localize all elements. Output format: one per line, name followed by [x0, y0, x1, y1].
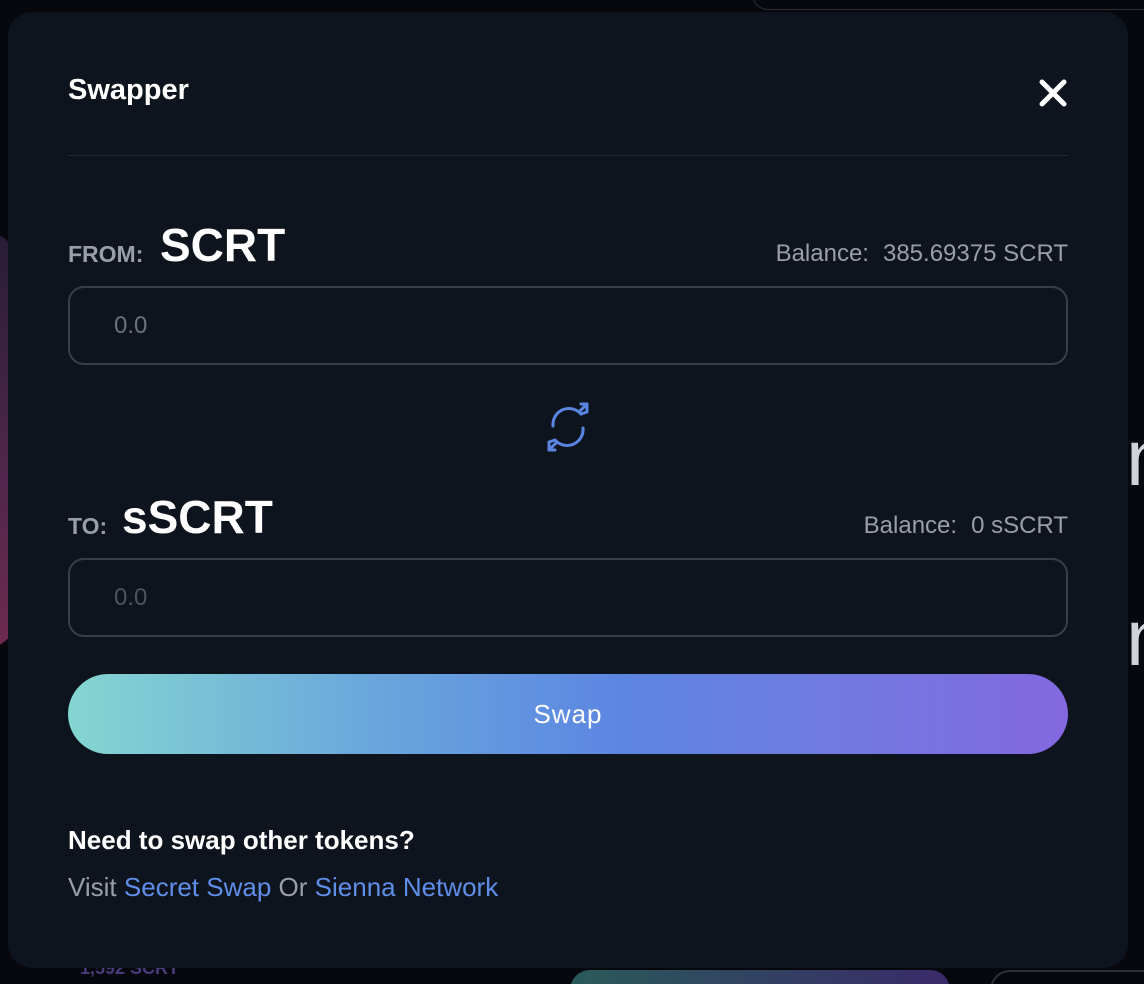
- backdrop-heading-glyph-1: n: [1126, 418, 1144, 498]
- to-label: TO:: [68, 513, 108, 539]
- to-balance-value: 0 sSCRT: [971, 512, 1068, 539]
- refresh-arrows-icon: [547, 402, 589, 452]
- swapper-modal: Swapper FROM: SCRT Balance: 385.69375 SCR…: [8, 12, 1128, 968]
- other-tokens-heading: Need to swap other tokens?: [68, 825, 415, 855]
- backdrop-outline-button: [990, 970, 1144, 984]
- to-balance-label: Balance:: [863, 512, 958, 539]
- swap-direction-button[interactable]: [541, 400, 595, 454]
- backdrop-gradient-button: [570, 970, 950, 984]
- backdrop-heading-glyph-2: n: [1126, 598, 1144, 678]
- from-token-row: FROM: SCRT Balance: 385.69375 SCRT: [68, 218, 1068, 271]
- to-token-row: TO: sSCRT Balance: 0 sSCRT: [68, 490, 1068, 543]
- backdrop-top-panel: [752, 0, 1144, 10]
- from-token-symbol: SCRT: [160, 219, 286, 271]
- from-balance-label: Balance:: [775, 240, 869, 267]
- from-label: FROM:: [68, 241, 144, 267]
- to-balance: Balance: 0 sSCRT: [864, 512, 1068, 540]
- close-button[interactable]: [1038, 78, 1068, 108]
- modal-title: Swapper: [68, 74, 189, 106]
- close-icon: [1039, 79, 1067, 107]
- other-tokens-links: Visit Secret Swap Or Sienna Network: [68, 872, 498, 903]
- from-amount-input[interactable]: [68, 286, 1068, 365]
- modal-header: Swapper: [68, 72, 1068, 156]
- to-amount-input[interactable]: [68, 558, 1068, 637]
- sienna-network-link[interactable]: Sienna Network: [315, 872, 499, 902]
- visit-text: Visit: [68, 872, 117, 902]
- to-token-symbol: sSCRT: [122, 491, 273, 543]
- from-balance: Balance: 385.69375 SCRT: [776, 240, 1068, 268]
- from-balance-value: 385.69375 SCRT: [882, 240, 1068, 267]
- or-text: Or: [278, 872, 308, 902]
- secret-swap-link[interactable]: Secret Swap: [124, 872, 271, 902]
- swap-button[interactable]: Swap: [68, 674, 1068, 754]
